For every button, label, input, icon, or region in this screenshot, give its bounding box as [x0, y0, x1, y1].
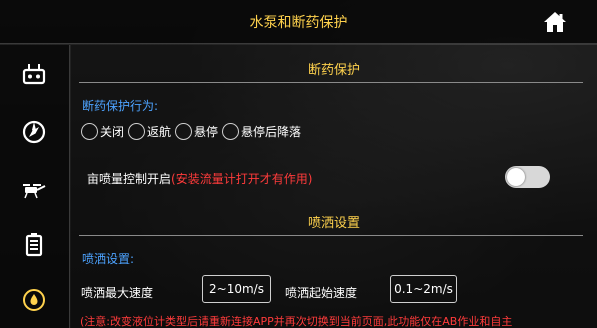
flow-control-row: 亩喷量控制开启(安装流量计打开才有作用) — [87, 170, 312, 187]
radio-hover[interactable] — [175, 123, 193, 140]
max-speed-label: 喷洒最大速度 — [81, 286, 154, 300]
compass-icon[interactable] — [21, 119, 47, 145]
radio-label-hover-land: 悬停后降落 — [241, 125, 302, 139]
radio-return[interactable] — [128, 123, 146, 140]
settings-panel: 断药保护 断药保护行为: 关闭 返航 悬停 悬停后降落 亩喷量控制开启(安装流量… — [71, 45, 597, 328]
divider — [79, 82, 583, 83]
start-speed-label: 喷洒起始速度 — [285, 286, 358, 300]
behavior-label: 断药保护行为: — [82, 99, 159, 113]
radio-label-hover: 悬停 — [194, 125, 219, 139]
title-bar: 水泵和断药保护 — [0, 0, 597, 44]
max-speed-input[interactable]: 2~10m/s — [202, 275, 271, 303]
warning-note: (注意:改变液位计类型后请重新连接APP并再次切换到当前页面,此功能仅在AB作业… — [80, 315, 513, 328]
page-title: 水泵和断药保护 — [249, 15, 348, 31]
battery-icon[interactable] — [21, 231, 47, 257]
remote-controller-icon[interactable] — [21, 61, 47, 87]
drone-sprayer-icon[interactable] — [21, 176, 47, 202]
start-speed-input[interactable]: 0.1~2m/s — [390, 275, 457, 303]
radio-hover-land[interactable] — [222, 123, 240, 140]
flow-control-toggle[interactable] — [505, 166, 550, 188]
flow-control-note: (安装流量计打开才有作用) — [171, 172, 313, 186]
radio-close[interactable] — [81, 123, 98, 140]
behavior-radio-group: 关闭 返航 悬停 悬停后降落 — [81, 123, 305, 140]
section-title-cutoff-protection: 断药保护 — [307, 63, 360, 78]
radio-label-close: 关闭 — [100, 125, 125, 139]
section-title-spray-settings: 喷洒设置 — [307, 216, 360, 231]
divider — [79, 235, 583, 236]
spray-settings-label: 喷洒设置: — [82, 252, 135, 266]
toggle-knob — [507, 168, 525, 186]
radio-label-return: 返航 — [147, 125, 172, 139]
home-icon[interactable] — [542, 9, 568, 35]
flow-control-label: 亩喷量控制开启 — [87, 172, 172, 186]
droplet-circle-icon[interactable] — [21, 287, 47, 313]
sidebar — [0, 45, 70, 328]
